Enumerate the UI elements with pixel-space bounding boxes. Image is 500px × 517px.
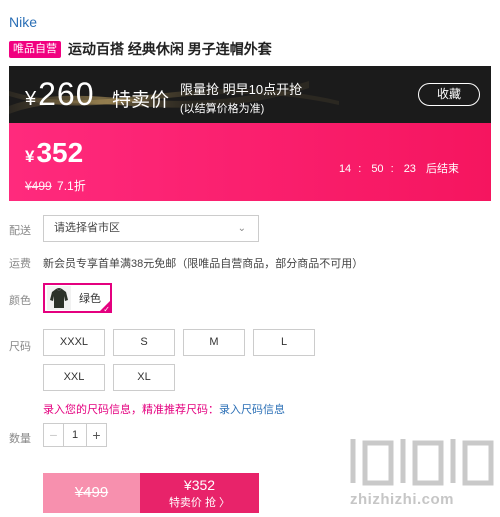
size-option-l[interactable]: L	[253, 329, 315, 356]
region-select-placeholder: 请选择省市区	[54, 222, 120, 234]
product-title: 运动百搭 经典休闲 男子连帽外套	[68, 41, 272, 57]
discount-label: 7.1折	[57, 179, 86, 193]
special-price-currency: ¥	[25, 88, 37, 110]
chevron-down-icon: ⌄	[237, 223, 246, 234]
countdown-hours: 14	[338, 163, 352, 175]
size-option-xxxl[interactable]: XXXL	[43, 329, 105, 356]
size-recommend-tip: 录入您的尺码信息，精准推荐尺码：录入尺码信息	[43, 401, 285, 417]
enter-size-link[interactable]: 录入尺码信息	[219, 404, 285, 416]
quantity-label: 数量	[9, 433, 31, 445]
special-price-label: 特卖价	[112, 90, 170, 111]
special-price-value: 260	[38, 76, 95, 112]
buy-original-price-button[interactable]: ¥499	[43, 473, 140, 513]
sale-price: ¥ 352	[25, 137, 83, 169]
sale-price-currency: ¥	[25, 147, 35, 166]
countdown-minutes: 50	[371, 163, 384, 175]
watermark-logo-icon	[350, 439, 494, 486]
delivery-label: 配送	[9, 225, 31, 237]
sale-price-value: 352	[36, 137, 84, 168]
size-tip-text: 录入您的尺码信息，精准推荐尺码：	[43, 404, 219, 416]
countdown-sep: :	[358, 163, 362, 175]
original-price-row: ¥499 7.1折	[25, 177, 86, 194]
check-icon: ✓	[103, 305, 110, 314]
flash-sale-info: 限量抢 明早10点开抢 (以结算价格为准)	[180, 79, 302, 116]
countdown-timer: 14: 50: 23 后结束	[339, 160, 466, 176]
favorite-button[interactable]: 收藏	[418, 83, 480, 106]
flash-sale-title: 限量抢 明早10点开抢	[180, 82, 303, 97]
size-option-xxl[interactable]: XXL	[43, 364, 105, 391]
countdown-suffix: 后结束	[426, 163, 459, 175]
size-option-m[interactable]: M	[183, 329, 245, 356]
quantity-increase-button[interactable]: +	[86, 424, 106, 446]
buy-original-price: ¥499	[74, 484, 109, 501]
size-option-xl[interactable]: XL	[113, 364, 175, 391]
sale-price-banner: ¥ 352 ¥499 7.1折 14: 50: 23 后结束	[9, 123, 491, 201]
buy-now-button[interactable]: ¥352 特卖价 抢 〉	[140, 473, 259, 513]
countdown-seconds: 23	[403, 163, 416, 175]
self-operated-badge: 唯品自营	[9, 40, 61, 58]
brand-link[interactable]: Nike	[9, 14, 37, 30]
product-title-row: 唯品自营 运动百搭 经典休闲 男子连帽外套	[9, 39, 272, 59]
watermark-text: zhizhizhi.com	[350, 491, 454, 508]
color-label: 颜色	[9, 295, 31, 307]
original-price: ¥499	[25, 179, 52, 193]
size-option-s[interactable]: S	[113, 329, 175, 356]
quantity-decrease-button[interactable]: −	[44, 424, 64, 446]
special-price-banner: ¥ 260 特卖价 限量抢 明早10点开抢 (以结算价格为准) 收藏	[9, 66, 491, 123]
countdown-sep: :	[390, 163, 394, 175]
quantity-stepper: − 1 +	[43, 423, 107, 447]
color-option-green[interactable]: 绿色 ✓	[43, 283, 112, 314]
size-label: 尺码	[9, 341, 31, 353]
shipping-info: 新会员专享首单满38元免邮（限唯品自营商品，部分商品不可用）	[43, 258, 364, 270]
buy-special-price: ¥352	[183, 477, 216, 493]
buy-button-label: 特卖价 抢 〉	[168, 497, 231, 509]
flash-sale-subtitle: (以结算价格为准)	[180, 103, 265, 115]
special-price: ¥ 260	[25, 76, 95, 113]
quantity-value[interactable]: 1	[64, 424, 86, 446]
shipping-label: 运费	[9, 258, 31, 270]
jacket-thumbnail-icon	[47, 286, 71, 310]
region-select[interactable]: 请选择省市区 ⌄	[43, 215, 259, 242]
